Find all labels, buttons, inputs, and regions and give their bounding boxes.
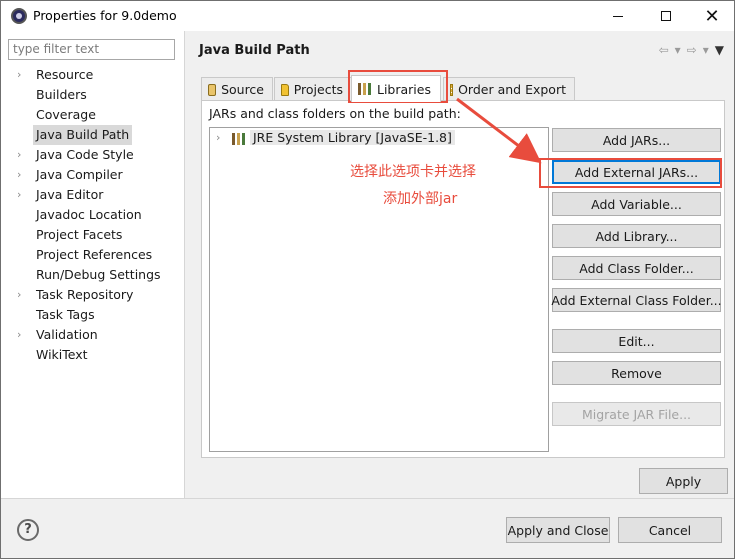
title-bar: Properties for 9.0demo ✕ xyxy=(1,1,734,31)
libraries-tab-content: JARs and class folders on the build path… xyxy=(201,100,725,458)
add-jars-button[interactable]: Add JARs... xyxy=(552,128,721,152)
sidebar-item-builders[interactable]: Builders xyxy=(1,85,185,105)
preference-sidebar: › Resource Builders Coverage Java Build P… xyxy=(1,31,185,498)
chevron-right-icon[interactable]: › xyxy=(17,145,27,165)
sidebar-item-label: Java Code Style xyxy=(36,147,134,162)
chevron-right-icon[interactable]: › xyxy=(17,285,27,305)
sidebar-item-label: Coverage xyxy=(36,107,96,122)
sidebar-item-java-code-style[interactable]: › Java Code Style xyxy=(1,145,185,165)
sidebar-item-label: Validation xyxy=(36,327,98,342)
sidebar-item-label: Java Build Path xyxy=(33,125,133,145)
add-variable-button[interactable]: Add Variable... xyxy=(552,192,721,216)
forward-dropdown-icon[interactable]: ▾ xyxy=(703,43,709,57)
sidebar-item-label: Task Tags xyxy=(36,307,95,322)
back-dropdown-icon[interactable]: ▾ xyxy=(675,43,681,57)
library-label: JRE System Library [JavaSE-1.8] xyxy=(250,130,455,145)
annotation-text: 添加外部jar xyxy=(383,191,458,207)
sidebar-item-label: Project Facets xyxy=(36,227,123,242)
add-external-class-folder-button[interactable]: Add External Class Folder... xyxy=(551,288,722,312)
list-item[interactable]: › JRE System Library [JavaSE-1.8] xyxy=(210,128,548,148)
tab-label: Order and Export xyxy=(458,82,566,97)
sidebar-item-wikitext[interactable]: WikiText xyxy=(1,345,185,365)
migrate-jar-button[interactable]: Migrate JAR File... xyxy=(552,402,721,426)
tab-label: Source xyxy=(221,82,264,97)
library-list[interactable]: › JRE System Library [JavaSE-1.8] 选择此选项卡… xyxy=(209,127,549,452)
tab-order-and-export[interactable]: Order and Export xyxy=(443,77,575,101)
edit-button[interactable]: Edit... xyxy=(552,329,721,353)
minimize-button[interactable] xyxy=(595,1,641,31)
annotation-text: 选择此选项卡并选择 xyxy=(350,164,476,180)
chevron-right-icon[interactable]: › xyxy=(17,65,27,85)
maximize-button[interactable] xyxy=(643,1,689,31)
chevron-right-icon[interactable]: › xyxy=(17,185,27,205)
tab-projects[interactable]: Projects xyxy=(274,77,352,101)
sidebar-item-label: Java Compiler xyxy=(36,167,123,182)
preference-page: Java Build Path ⇦ ▾ ⇨ ▾ ▼ Source Project… xyxy=(186,31,734,498)
apply-and-close-button[interactable]: Apply and Close xyxy=(506,517,610,543)
forward-arrow-icon[interactable]: ⇨ xyxy=(687,43,697,57)
add-external-jars-highlight xyxy=(539,158,722,188)
minimize-icon xyxy=(613,15,623,17)
project-folder-icon xyxy=(281,83,289,96)
maximize-icon xyxy=(661,11,671,21)
sidebar-item-java-editor[interactable]: › Java Editor xyxy=(1,185,185,205)
filter-input[interactable] xyxy=(13,42,170,56)
preference-tree: › Resource Builders Coverage Java Build P… xyxy=(1,65,185,365)
sidebar-item-label: Project References xyxy=(36,247,153,262)
sidebar-item-validation[interactable]: › Validation xyxy=(1,325,185,345)
sidebar-item-javadoc-location[interactable]: Javadoc Location xyxy=(1,205,185,225)
eclipse-app-icon xyxy=(11,8,27,24)
close-icon: ✕ xyxy=(704,5,720,27)
sidebar-item-project-facets[interactable]: Project Facets xyxy=(1,225,185,245)
libraries-icon xyxy=(232,133,246,145)
sidebar-item-label: Run/Debug Settings xyxy=(36,267,161,282)
help-icon[interactable]: ? xyxy=(17,519,39,541)
sidebar-item-label: Resource xyxy=(36,67,94,82)
sidebar-item-task-repository[interactable]: › Task Repository xyxy=(1,285,185,305)
tab-source[interactable]: Source xyxy=(201,77,273,101)
sidebar-item-label: Builders xyxy=(36,87,87,102)
add-class-folder-button[interactable]: Add Class Folder... xyxy=(552,256,721,280)
tab-libraries[interactable]: Libraries xyxy=(351,75,441,102)
chevron-right-icon[interactable]: › xyxy=(216,131,220,144)
cancel-button[interactable]: Cancel xyxy=(618,517,722,543)
history-navigation: ⇦ ▾ ⇨ ▾ ▼ xyxy=(659,43,724,57)
close-button[interactable]: ✕ xyxy=(689,1,735,31)
window-title: Properties for 9.0demo xyxy=(33,8,177,23)
page-title: Java Build Path xyxy=(199,43,310,58)
back-arrow-icon[interactable]: ⇦ xyxy=(659,43,669,57)
tab-label: Projects xyxy=(293,82,343,97)
sidebar-item-coverage[interactable]: Coverage xyxy=(1,105,185,125)
sidebar-item-label: Task Repository xyxy=(36,287,134,302)
view-menu-icon[interactable]: ▼ xyxy=(715,43,724,57)
sidebar-item-java-compiler[interactable]: › Java Compiler xyxy=(1,165,185,185)
dialog-button-bar: ? Apply and Close Cancel xyxy=(1,498,734,558)
remove-button[interactable]: Remove xyxy=(552,361,721,385)
filter-field[interactable] xyxy=(8,39,175,60)
sidebar-item-project-references[interactable]: Project References xyxy=(1,245,185,265)
sidebar-item-label: Javadoc Location xyxy=(36,207,142,222)
sidebar-item-run-debug-settings[interactable]: Run/Debug Settings xyxy=(1,265,185,285)
properties-dialog: Properties for 9.0demo ✕ › Resource Build… xyxy=(0,0,735,559)
sidebar-item-label: Java Editor xyxy=(36,187,104,202)
chevron-right-icon[interactable]: › xyxy=(17,165,27,185)
sidebar-item-java-build-path[interactable]: Java Build Path xyxy=(1,125,185,145)
order-export-icon xyxy=(450,83,454,96)
source-folder-icon xyxy=(208,83,217,96)
sidebar-item-task-tags[interactable]: Task Tags xyxy=(1,305,185,325)
add-library-button[interactable]: Add Library... xyxy=(552,224,721,248)
sidebar-item-resource[interactable]: › Resource xyxy=(1,65,185,85)
libraries-icon xyxy=(358,83,372,95)
chevron-right-icon[interactable]: › xyxy=(17,325,27,345)
apply-button[interactable]: Apply xyxy=(639,468,728,494)
build-path-label: JARs and class folders on the build path… xyxy=(209,106,461,121)
sidebar-item-label: WikiText xyxy=(36,347,88,362)
tab-label: Libraries xyxy=(377,81,431,97)
